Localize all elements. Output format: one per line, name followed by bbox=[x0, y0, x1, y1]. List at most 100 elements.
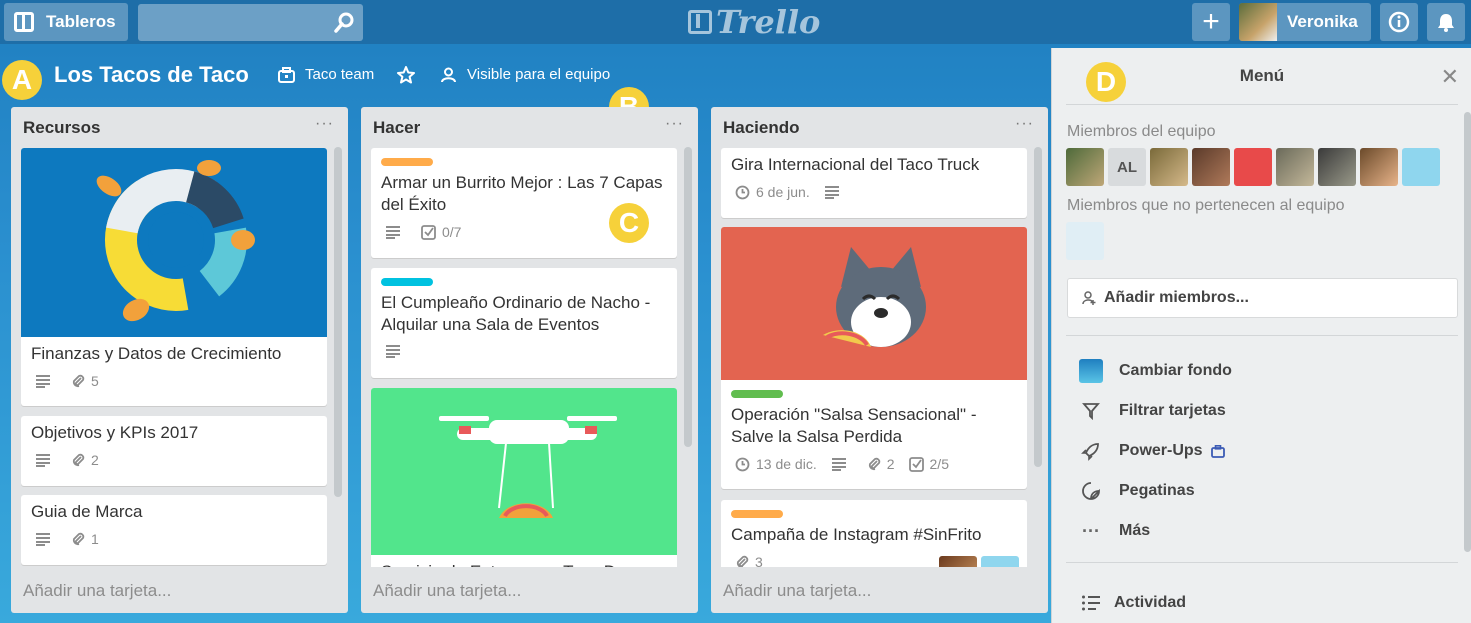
paperclip-icon bbox=[736, 555, 749, 567]
logo-text: Trello bbox=[716, 3, 821, 41]
list-haciendo: Haciendo ··· Gira Internacional del Taco… bbox=[711, 107, 1048, 613]
notifications-button[interactable] bbox=[1427, 3, 1465, 41]
board-title[interactable]: Los Tacos de Taco bbox=[54, 62, 249, 88]
list-scrollbar[interactable] bbox=[684, 147, 692, 447]
description-icon bbox=[385, 344, 407, 358]
avatar[interactable] bbox=[1066, 222, 1104, 260]
team-members-list: AL bbox=[1066, 148, 1444, 186]
list-menu-icon[interactable]: ··· bbox=[1015, 115, 1034, 133]
add-button[interactable]: + bbox=[1192, 3, 1230, 41]
menu-item-change-background[interactable]: Cambiar fondo bbox=[1078, 358, 1232, 384]
card-member-avatar bbox=[981, 556, 1019, 567]
more-icon: ··· bbox=[1082, 520, 1100, 541]
checklist-badge: 2/5 bbox=[908, 456, 949, 472]
list-hacer: Hacer ··· Armar un Burrito Mejor : Las 7… bbox=[361, 107, 698, 613]
list-cards: Gira Internacional del Taco Truck 6 de j… bbox=[721, 148, 1027, 567]
menu-item-power-ups[interactable]: Power-Ups bbox=[1078, 438, 1225, 464]
search-input[interactable] bbox=[138, 4, 363, 41]
list-scrollbar[interactable] bbox=[334, 147, 342, 497]
team-button[interactable]: Taco team bbox=[278, 66, 374, 83]
star-button[interactable] bbox=[397, 66, 425, 84]
attachment-badge: 2 bbox=[71, 452, 99, 468]
boards-label: Tableros bbox=[46, 12, 116, 31]
non-team-members-label: Miembros que no pertenecen al equipo bbox=[1067, 197, 1345, 214]
info-button[interactable] bbox=[1380, 3, 1418, 41]
list-title[interactable]: Recursos bbox=[23, 118, 100, 138]
card[interactable]: Finanzas y Datos de Crecimiento 5 bbox=[21, 148, 327, 406]
divider bbox=[1066, 335, 1458, 336]
menu-item-filter-cards[interactable]: Filtrar tarjetas bbox=[1078, 398, 1226, 424]
search-box[interactable] bbox=[138, 4, 363, 41]
menu-item-activity[interactable]: Actividad bbox=[1078, 590, 1186, 616]
avatar[interactable] bbox=[1234, 148, 1272, 186]
checkbox-icon bbox=[908, 456, 924, 472]
visibility-button[interactable]: Visible para el equipo bbox=[440, 66, 610, 83]
attachment-badge: 5 bbox=[71, 373, 99, 389]
search-icon[interactable] bbox=[333, 12, 355, 34]
user-name: Veronika bbox=[1287, 12, 1358, 31]
card-cover-donut-chart bbox=[21, 148, 327, 337]
add-members-label: Añadir miembros... bbox=[1104, 289, 1249, 306]
callout-badge-c: C bbox=[609, 203, 649, 243]
avatar[interactable] bbox=[1402, 148, 1440, 186]
avatar[interactable] bbox=[1318, 148, 1356, 186]
card[interactable]: Guia de Marca 1 bbox=[21, 495, 327, 565]
card-badges: 5 bbox=[21, 365, 327, 397]
menu-title: Menú bbox=[1239, 66, 1285, 85]
description-icon bbox=[35, 453, 57, 467]
add-card-button[interactable]: Añadir una tarjeta... bbox=[373, 581, 521, 601]
list-menu-icon[interactable]: ··· bbox=[665, 115, 684, 133]
user-menu-button[interactable]: Veronika bbox=[1239, 3, 1371, 41]
card-title: Guia de Marca bbox=[31, 502, 143, 521]
star-icon bbox=[397, 66, 415, 84]
avatar bbox=[1239, 3, 1277, 41]
menu-item-stickers[interactable]: Pegatinas bbox=[1078, 478, 1195, 504]
visibility-label: Visible para el equipo bbox=[467, 66, 611, 83]
card-title: Objetivos y KPIs 2017 bbox=[31, 423, 199, 442]
activity-list-icon bbox=[1078, 590, 1104, 616]
briefcase-icon bbox=[278, 66, 295, 83]
menu-scrollbar[interactable] bbox=[1464, 112, 1471, 552]
add-card-button[interactable]: Añadir una tarjeta... bbox=[23, 581, 171, 601]
card-cover-husky-image bbox=[721, 227, 1027, 380]
due-date-badge: 13 de dic. bbox=[735, 456, 817, 472]
info-icon bbox=[1388, 11, 1410, 33]
card[interactable]: Objetivos y KPIs 2017 2 bbox=[21, 416, 327, 486]
card-label bbox=[381, 278, 433, 286]
card-badges: 1 bbox=[21, 523, 327, 555]
avatar[interactable] bbox=[1150, 148, 1188, 186]
clock-icon bbox=[735, 185, 750, 199]
list-menu-icon[interactable]: ··· bbox=[315, 115, 334, 133]
avatar[interactable] bbox=[1276, 148, 1314, 186]
menu-item-more[interactable]: ··· Más bbox=[1078, 518, 1150, 544]
avatar[interactable]: AL bbox=[1108, 148, 1146, 186]
list-scrollbar[interactable] bbox=[1034, 147, 1042, 467]
card-label bbox=[731, 390, 783, 398]
card[interactable]: Gira Internacional del Taco Truck 6 de j… bbox=[721, 148, 1027, 218]
top-bar: Tableros Trello + Veronika bbox=[0, 0, 1471, 44]
attachment-badge: 1 bbox=[71, 531, 99, 547]
card-title: Finanzas y Datos de Crecimiento bbox=[31, 344, 282, 363]
description-icon bbox=[824, 185, 846, 199]
card[interactable]: Servicio de Entrega por Taco Drones bbox=[371, 388, 677, 567]
avatar[interactable] bbox=[1066, 148, 1104, 186]
avatar[interactable] bbox=[1192, 148, 1230, 186]
avatar[interactable] bbox=[1360, 148, 1398, 186]
card-cover-drone-image bbox=[371, 388, 677, 555]
card-label bbox=[731, 510, 783, 518]
boards-button[interactable]: Tableros bbox=[4, 3, 128, 41]
card[interactable]: El Cumpleaño Ordinario de Nacho - Alquil… bbox=[371, 268, 677, 378]
add-members-button[interactable]: Añadir miembros... bbox=[1067, 278, 1458, 318]
card-title: Gira Internacional del Taco Truck bbox=[731, 155, 980, 174]
card[interactable]: Operación "Salsa Sensacional" - Salve la… bbox=[721, 227, 1027, 489]
team-members-label: Miembros del equipo bbox=[1067, 123, 1216, 140]
divider bbox=[1066, 562, 1458, 563]
card-badges: 6 de jun. bbox=[721, 176, 1027, 208]
list-title[interactable]: Hacer bbox=[373, 118, 420, 138]
add-card-button[interactable]: Añadir una tarjeta... bbox=[723, 581, 871, 601]
close-icon[interactable]: ✕ bbox=[1441, 64, 1459, 90]
card[interactable]: Campaña de Instagram #SinFrito 3 bbox=[721, 500, 1027, 567]
trello-logo[interactable]: Trello bbox=[688, 3, 821, 41]
list-title[interactable]: Haciendo bbox=[723, 118, 800, 138]
card-title: Campaña de Instagram #SinFrito bbox=[731, 525, 982, 544]
